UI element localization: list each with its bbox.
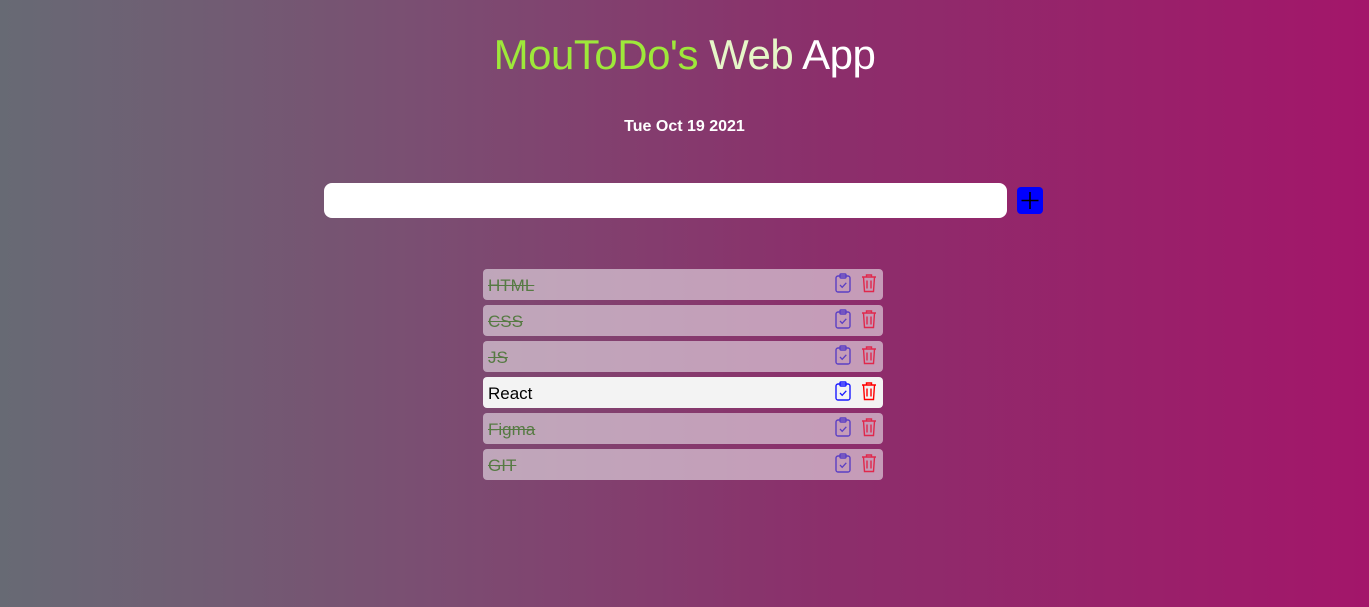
title-brand: MouToDo's <box>493 31 699 78</box>
delete-button[interactable] <box>860 453 878 473</box>
task-item: JS <box>483 341 883 372</box>
complete-button[interactable] <box>834 345 852 365</box>
add-task-button[interactable] <box>1017 187 1043 214</box>
task-item: Figma <box>483 413 883 444</box>
trash-icon <box>862 418 876 437</box>
task-label: JS <box>488 348 508 367</box>
clipboard-check-icon <box>835 381 851 401</box>
task-label: React <box>488 384 533 403</box>
delete-button[interactable] <box>860 381 878 401</box>
task-label: CSS <box>488 312 523 331</box>
title-web: Web <box>697 31 794 78</box>
task-label: GIT <box>488 456 517 475</box>
current-date: Tue Oct 19 2021 <box>624 118 745 135</box>
delete-button[interactable] <box>860 273 878 293</box>
clipboard-check-icon <box>835 273 851 293</box>
clipboard-check-icon <box>835 453 851 473</box>
task-item: HTML <box>483 269 883 300</box>
delete-button[interactable] <box>860 309 878 329</box>
delete-button[interactable] <box>860 345 878 365</box>
task-list: HTML CSS JS React Figma GIT <box>483 269 883 485</box>
complete-button[interactable] <box>834 417 852 437</box>
delete-button[interactable] <box>860 417 878 437</box>
plus-icon <box>1021 192 1039 209</box>
page-title: MouToDo's Web App <box>0 31 1369 79</box>
trash-icon <box>862 346 876 365</box>
todo-app: MouToDo's Web App Tue Oct 19 2021 HTML C… <box>0 0 1369 607</box>
task-input[interactable] <box>324 183 1007 218</box>
title-app: App <box>793 31 876 78</box>
complete-button[interactable] <box>834 309 852 329</box>
complete-button[interactable] <box>834 453 852 473</box>
trash-icon <box>862 310 876 329</box>
clipboard-check-icon <box>835 309 851 329</box>
task-label: Figma <box>488 420 536 439</box>
clipboard-check-icon <box>835 417 851 437</box>
trash-icon <box>862 454 876 473</box>
trash-icon <box>862 382 876 401</box>
task-item: CSS <box>483 305 883 336</box>
trash-icon <box>862 274 876 293</box>
complete-button[interactable] <box>834 381 852 401</box>
task-item: GIT <box>483 449 883 480</box>
complete-button[interactable] <box>834 273 852 293</box>
task-item: React <box>483 377 883 408</box>
clipboard-check-icon <box>835 345 851 365</box>
task-label: HTML <box>488 276 535 295</box>
